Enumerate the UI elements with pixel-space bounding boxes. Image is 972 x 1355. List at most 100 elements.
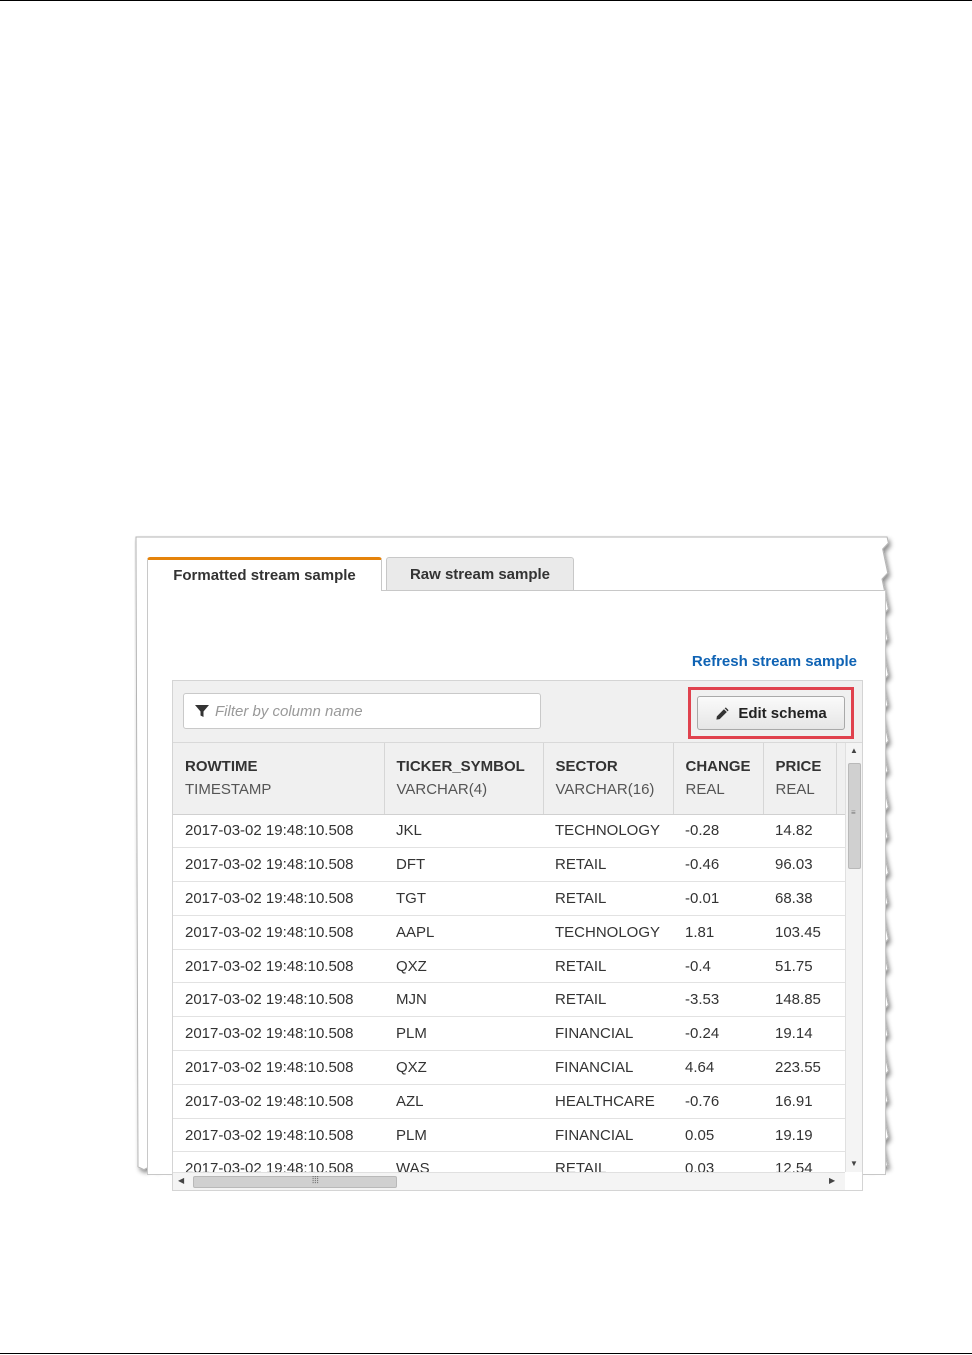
- column-header[interactable]: ROWTIME TIMESTAMP: [173, 743, 385, 815]
- tab-formatted-stream-sample[interactable]: Formatted stream sample: [147, 557, 382, 591]
- table-cell: 2017-03-02 19:48:10.508: [173, 1151, 384, 1172]
- column-type: VARCHAR(4): [396, 781, 488, 798]
- table-cell: 2017-03-02 19:48:10.508: [173, 881, 384, 916]
- table-cell: 223.55: [763, 1050, 836, 1085]
- table-cell: -3.53: [673, 982, 763, 1018]
- table-cell: 2017-03-02 19:48:10.508: [173, 949, 384, 984]
- table-cell-overflow: [836, 1050, 845, 1085]
- column-type: REAL: [685, 781, 725, 798]
- edit-schema-label: Edit schema: [738, 704, 827, 722]
- table-cell: FINANCIAL: [543, 1118, 673, 1153]
- table-cell: JKL: [384, 814, 543, 849]
- table-cell: RETAIL: [543, 949, 673, 984]
- table-cell: 2017-03-02 19:48:10.508: [173, 1118, 384, 1153]
- scroll-down-arrow-icon[interactable]: ▼: [850, 1159, 858, 1168]
- table-cell: WAS: [384, 1151, 543, 1172]
- table-row: 2017-03-02 19:48:10.508 QXZ RETAIL -0.4 51.7…: [173, 949, 845, 984]
- table-cell: -0.28: [673, 814, 763, 849]
- table-cell: FINANCIAL: [543, 1050, 673, 1085]
- table-cell: QXZ: [384, 1050, 543, 1085]
- table-cell: HEALTHCARE: [543, 1084, 673, 1119]
- table-cell: TGT: [384, 881, 543, 916]
- table-cell: RETAIL: [543, 881, 673, 916]
- table-cell: PLM: [384, 1118, 543, 1153]
- page-bottom-rule: [0, 1353, 972, 1354]
- column-header-overflow: [836, 743, 845, 815]
- column-type: TIMESTAMP: [185, 781, 272, 798]
- table-cell: PLM: [384, 1016, 543, 1052]
- table-cell: TECHNOLOGY: [543, 915, 673, 950]
- table-row: 2017-03-02 19:48:10.508 DFT RETAIL -0.46 96.…: [173, 847, 845, 883]
- table-cell: MJN: [384, 982, 543, 1018]
- table-cell: 12.54: [763, 1151, 836, 1172]
- column-header[interactable]: CHANGE REAL: [673, 743, 764, 815]
- column-header[interactable]: SECTOR VARCHAR(16): [543, 743, 674, 815]
- column-type: REAL: [775, 781, 815, 798]
- stream-data-grid: Edit schema ROWTIME TIMESTAMP TICKER_SYMBO…: [172, 680, 863, 1191]
- column-header[interactable]: TICKER_SYMBOL VARCHAR(4): [384, 743, 544, 815]
- refresh-stream-sample-link[interactable]: Refresh stream sample: [692, 653, 857, 670]
- table-row: 2017-03-02 19:48:10.508 JKL TECHNOLOGY -0.2…: [173, 814, 845, 849]
- column-name: PRICE: [775, 758, 822, 775]
- table-cell: 0.05: [673, 1118, 763, 1153]
- scroll-up-arrow-icon[interactable]: ▲: [850, 746, 858, 755]
- grip-icon: ≡: [851, 808, 856, 817]
- table-cell: -0.24: [673, 1016, 763, 1052]
- table-cell: AAPL: [384, 915, 543, 950]
- grid-toolbar: Edit schema: [173, 681, 862, 743]
- table-row: 2017-03-02 19:48:10.508 AAPL TECHNOLOGY 1.8…: [173, 915, 845, 950]
- table-cell: 51.75: [763, 949, 836, 984]
- table-cell: 2017-03-02 19:48:10.508: [173, 982, 384, 1018]
- table-cell-overflow: [836, 814, 845, 849]
- column-header[interactable]: PRICE REAL: [763, 743, 837, 815]
- tab-raw-stream-sample[interactable]: Raw stream sample: [386, 557, 574, 590]
- horizontal-scroll-thumb[interactable]: ⦙⦙⦙: [193, 1175, 397, 1188]
- table-row: 2017-03-02 19:48:10.508 PLM FINANCIAL 0.05 1…: [173, 1118, 845, 1153]
- table-cell-overflow: [836, 881, 845, 916]
- scroll-left-arrow-icon[interactable]: ◀: [178, 1176, 184, 1185]
- table-cell: -0.01: [673, 881, 763, 916]
- horizontal-scrollbar[interactable]: ◀ ⦙⦙⦙ ▶: [173, 1172, 845, 1190]
- vertical-scrollbar[interactable]: ▲ ≡ ▼: [845, 743, 862, 1172]
- table-cell: 14.82: [763, 814, 836, 849]
- table-cell: RETAIL: [543, 847, 673, 883]
- column-name: SECTOR: [555, 758, 618, 775]
- column-name: CHANGE: [685, 758, 751, 775]
- table-cell: 148.85: [763, 982, 836, 1018]
- screenshot-frame: Formatted stream sample Raw stream sampl…: [134, 535, 898, 1191]
- page-top-rule: [0, 0, 972, 1]
- table-cell: -0.4: [673, 949, 763, 984]
- table-row: 2017-03-02 19:48:10.508 MJN RETAIL -3.53 148…: [173, 982, 845, 1018]
- table-row: 2017-03-02 19:48:10.508 AZL HEALTHCARE -0.7…: [173, 1084, 845, 1119]
- table-cell: 19.14: [763, 1016, 836, 1052]
- table-cell: -0.76: [673, 1084, 763, 1119]
- table-cell: 68.38: [763, 881, 836, 916]
- stream-sample-panel: Formatted stream sample Raw stream sampl…: [146, 555, 886, 1191]
- table-cell: 2017-03-02 19:48:10.508: [173, 1050, 384, 1085]
- table-cell: 19.19: [763, 1118, 836, 1153]
- filter-icon: [195, 705, 209, 717]
- tab-content: Refresh stream sample Filter by column n…: [147, 590, 886, 1191]
- table-cell: 0.03: [673, 1151, 763, 1172]
- table-cell: DFT: [384, 847, 543, 883]
- table-cell: TECHNOLOGY: [543, 814, 673, 849]
- table-cell: 96.03: [763, 847, 836, 883]
- scroll-right-arrow-icon[interactable]: ▶: [829, 1176, 835, 1185]
- edit-schema-button[interactable]: Edit schema: [697, 696, 845, 730]
- column-name: TICKER_SYMBOL: [396, 758, 525, 775]
- filter-field[interactable]: [183, 693, 541, 729]
- column-type: VARCHAR(16): [555, 781, 655, 798]
- table-cell: RETAIL: [543, 1151, 673, 1172]
- table-cell: 103.45: [763, 915, 836, 950]
- table-cell-overflow: [836, 949, 845, 984]
- table-cell: 2017-03-02 19:48:10.508: [173, 1084, 384, 1119]
- table-cell: -0.46: [673, 847, 763, 883]
- table-cell: FINANCIAL: [543, 1016, 673, 1052]
- table-cell-overflow: [836, 847, 845, 883]
- table-header-row: ROWTIME TIMESTAMP TICKER_SYMBOL VARCHAR(4) S…: [173, 743, 845, 815]
- table-cell: 2017-03-02 19:48:10.508: [173, 847, 384, 883]
- table-cell-overflow: [836, 1016, 845, 1052]
- table-row: 2017-03-02 19:48:10.508 TGT RETAIL -0.01 68.…: [173, 881, 845, 916]
- table-cell: AZL: [384, 1084, 543, 1119]
- filter-input[interactable]: [215, 702, 515, 720]
